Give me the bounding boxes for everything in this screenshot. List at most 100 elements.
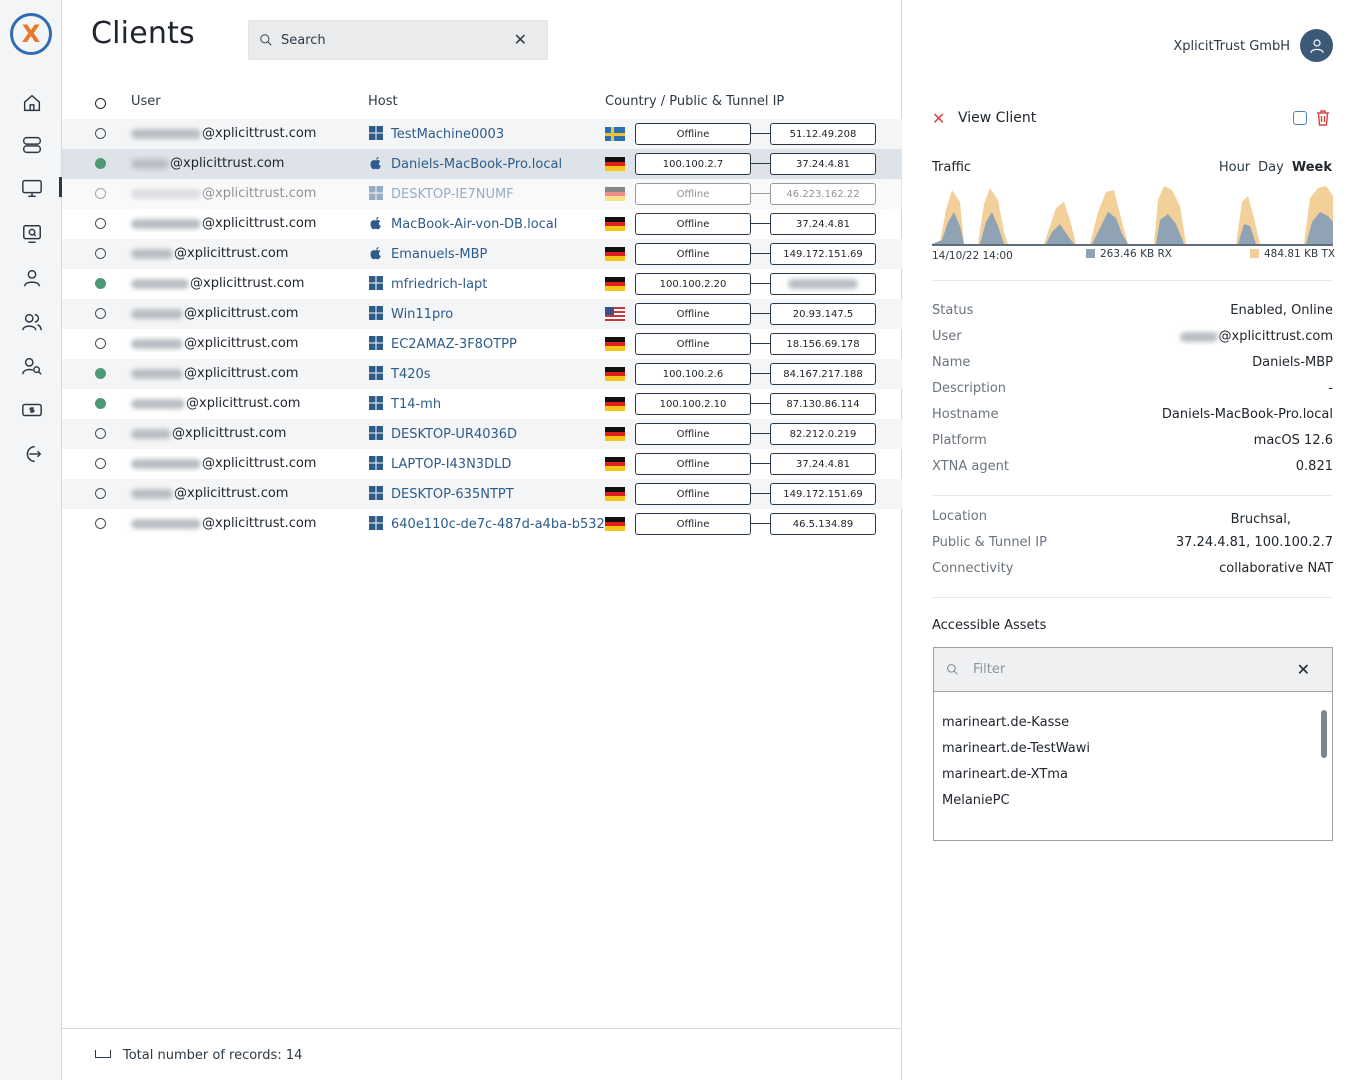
public-ip: 37.24.4.81 — [770, 453, 876, 475]
host-cell[interactable]: Win11pro — [369, 306, 606, 322]
table-row[interactable]: @xplicittrust.com DESKTOP-UR4036D Offline 8… — [62, 419, 902, 449]
host-cell[interactable]: T420s — [369, 366, 606, 382]
table-row[interactable]: @xplicittrust.com TestMachine0003 Offline 5… — [62, 119, 902, 149]
asset-item[interactable]: marineart.de-TestWawi — [942, 741, 1090, 767]
table-row[interactable]: @xplicittrust.com MacBook-Air-von-DB.loca… — [62, 209, 902, 239]
rx-swatch — [1086, 249, 1095, 258]
column-header-user[interactable]: User — [131, 94, 161, 109]
windows-icon — [369, 366, 391, 382]
detail-label: Hostname — [932, 407, 999, 422]
status-indicator[interactable] — [95, 368, 106, 379]
public-ip: 84.167.217.188 — [770, 363, 876, 385]
table-row[interactable]: @xplicittrust.com T420s 100.100.2.6 84.167.… — [62, 359, 902, 389]
detail-row-description: Description - — [932, 381, 1333, 401]
public-ip-value: 37.24.4.81 — [795, 458, 851, 470]
search-icon — [947, 664, 958, 675]
status-indicator[interactable] — [95, 248, 106, 259]
users-icon[interactable] — [19, 309, 45, 335]
host-name: mfriedrich-lapt — [391, 277, 488, 292]
avatar[interactable] — [1300, 29, 1333, 62]
column-header-host[interactable]: Host — [368, 94, 398, 109]
status-indicator[interactable] — [95, 218, 106, 229]
detail-value: 37.24.4.81, 100.100.2.7 — [1175, 535, 1333, 550]
range-tab-day[interactable]: Day — [1258, 160, 1284, 175]
range-tab-hour[interactable]: Hour — [1219, 160, 1250, 175]
table-row[interactable]: @xplicittrust.com 640e110c-de7c-487d-a4ba… — [62, 509, 902, 539]
search-icon — [260, 34, 272, 46]
host-cell[interactable]: Emanuels-MBP — [369, 246, 606, 262]
status-indicator[interactable] — [95, 458, 106, 469]
status-indicator[interactable] — [95, 158, 106, 169]
status-indicator[interactable] — [95, 128, 106, 139]
host-cell[interactable]: DESKTOP-IE7NUMF — [369, 186, 606, 202]
filter-bar[interactable]: ✕ — [934, 648, 1332, 692]
sidebar: X — [0, 0, 62, 1080]
asset-item[interactable]: MelaniePC — [942, 793, 1090, 819]
billing-icon[interactable] — [19, 397, 45, 423]
host-cell[interactable]: TestMachine0003 — [369, 126, 606, 142]
user-cell: @xplicittrust.com — [131, 126, 316, 141]
delete-icon[interactable] — [1316, 110, 1330, 126]
logout-icon[interactable] — [19, 441, 45, 467]
ip-connector — [751, 283, 770, 284]
table-row[interactable]: @xplicittrust.com Emanuels-MBP Offline 149.… — [62, 239, 902, 269]
host-cell[interactable]: 640e110c-de7c-487d-a4ba-b532d7 — [369, 516, 606, 532]
close-icon[interactable]: ✕ — [932, 109, 945, 128]
public-ip: 37.24.4.81 — [770, 153, 876, 175]
table-row[interactable]: @xplicittrust.com DESKTOP-635NTPT Offline 1… — [62, 479, 902, 509]
user-email: @xplicittrust.com — [202, 126, 317, 141]
filter-clear-icon[interactable]: ✕ — [1297, 660, 1310, 679]
status-indicator[interactable] — [95, 398, 106, 409]
servers-icon[interactable] — [19, 132, 45, 158]
rx-area — [932, 212, 1333, 246]
home-icon[interactable] — [19, 90, 45, 116]
redacted-username — [131, 488, 173, 499]
asset-item[interactable]: marineart.de-XTma — [942, 767, 1090, 793]
records-icon — [95, 1050, 111, 1058]
status-indicator[interactable] — [95, 488, 106, 499]
public-ip-value: 82.212.0.219 — [789, 428, 857, 440]
filter-input[interactable] — [973, 662, 1273, 677]
range-tab-week[interactable]: Week — [1292, 160, 1332, 175]
status-indicator[interactable] — [95, 338, 106, 349]
table-row[interactable]: @xplicittrust.com T14-mh 100.100.2.10 87.13… — [62, 389, 902, 419]
host-cell[interactable]: DESKTOP-UR4036D — [369, 426, 606, 442]
host-cell[interactable]: EC2AMAZ-3F8OTPP — [369, 336, 606, 352]
status-indicator[interactable] — [95, 518, 106, 529]
xplicittrust-logo[interactable]: X — [10, 13, 52, 55]
table-row[interactable]: @xplicittrust.com mfriedrich-lapt 100.100.… — [62, 269, 902, 299]
table-row[interactable]: @xplicittrust.com Win11pro Offline 20.93.14… — [62, 299, 902, 329]
column-header-country[interactable]: Country / Public & Tunnel IP — [605, 94, 784, 109]
host-name: TestMachine0003 — [391, 127, 505, 142]
select-all-radio[interactable] — [95, 98, 106, 109]
divider — [932, 280, 1333, 281]
table-row[interactable]: @xplicittrust.com EC2AMAZ-3F8OTPP Offline 1… — [62, 329, 902, 359]
table-row[interactable]: @xplicittrust.com Daniels-MacBook-Pro.loc… — [62, 149, 902, 179]
search-box[interactable]: ✕ — [248, 20, 548, 60]
search-input[interactable] — [281, 32, 511, 48]
status-indicator[interactable] — [95, 278, 106, 289]
host-cell[interactable]: MacBook-Air-von-DB.local — [369, 216, 606, 232]
edit-icon[interactable] — [1293, 111, 1307, 125]
host-cell[interactable]: mfriedrich-lapt — [369, 276, 606, 292]
user-icon[interactable] — [19, 265, 45, 291]
asset-item[interactable]: marineart.de-Kasse — [942, 715, 1090, 741]
host-cell[interactable]: DESKTOP-635NTPT — [369, 486, 606, 502]
host-cell[interactable]: LAPTOP-I43N3DLD — [369, 456, 606, 472]
status-indicator[interactable] — [95, 308, 106, 319]
search-clear-icon[interactable]: ✕ — [514, 30, 527, 49]
flag-icon-de — [605, 517, 625, 531]
host-cell[interactable]: Daniels-MacBook-Pro.local — [369, 156, 606, 172]
host-cell[interactable]: T14-mh — [369, 396, 606, 412]
asset-list-scrollbar[interactable] — [1321, 710, 1327, 758]
table-row[interactable]: @xplicittrust.com LAPTOP-I43N3DLD Offline 3… — [62, 449, 902, 479]
status-indicator[interactable] — [95, 188, 106, 199]
status-indicator[interactable] — [95, 428, 106, 439]
detail-row-location: Location Bruchsal, — [932, 509, 1333, 529]
monitor-icon[interactable] — [19, 175, 45, 201]
device-search-icon[interactable] — [19, 221, 45, 247]
table-row[interactable]: @xplicittrust.com DESKTOP-IE7NUMF Offline 4… — [62, 179, 902, 209]
user-search-icon[interactable] — [19, 353, 45, 379]
ip-connector — [751, 463, 770, 464]
public-ip-value: 51.12.49.208 — [789, 128, 857, 140]
